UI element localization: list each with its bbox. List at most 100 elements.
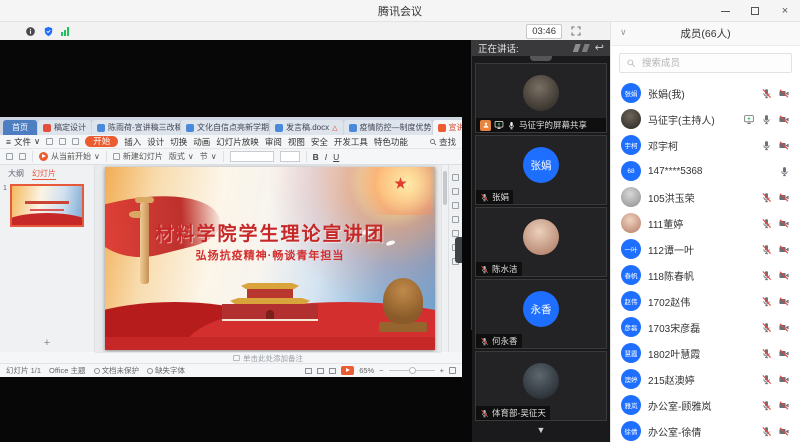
- font-size-box[interactable]: [280, 151, 300, 162]
- camera-off-icon[interactable]: [778, 244, 790, 255]
- menu-slideshow[interactable]: 幻灯片放映: [216, 136, 259, 148]
- camera-off-icon[interactable]: [778, 374, 790, 385]
- member-row[interactable]: 澳婷 215赵澳婷: [611, 366, 800, 392]
- slide-1-thumbnail[interactable]: [10, 184, 84, 227]
- member-row[interactable]: 赵伟 1702赵伟: [611, 288, 800, 314]
- screen-share-icon[interactable]: [743, 114, 755, 125]
- menu-design[interactable]: 设计: [147, 136, 164, 148]
- menu-security[interactable]: 安全: [311, 136, 328, 148]
- zoom-in-button[interactable]: +: [440, 366, 444, 375]
- wps-tab-doc[interactable]: 疫情防控—制度优势 △: [344, 120, 432, 135]
- notes-bar[interactable]: 单击此处添加备注: [95, 352, 441, 363]
- member-row[interactable]: 春帆 118陈春帆: [611, 262, 800, 288]
- normal-view-icon[interactable]: [305, 368, 312, 374]
- microphone-muted-icon[interactable]: [761, 244, 772, 255]
- camera-off-icon[interactable]: [778, 218, 790, 229]
- panel-shapes-icon[interactable]: [452, 202, 459, 209]
- gallery-view-icon[interactable]: [582, 44, 590, 52]
- camera-off-icon[interactable]: [778, 114, 790, 125]
- video-tile[interactable]: 陈水洁: [475, 207, 607, 277]
- member-row[interactable]: 慧霞 1802叶慧霞: [611, 340, 800, 366]
- camera-off-icon[interactable]: [778, 400, 790, 411]
- panel-animation-icon[interactable]: [452, 174, 459, 181]
- menu-insert[interactable]: 插入: [124, 136, 141, 148]
- microphone-muted-icon[interactable]: [761, 218, 772, 229]
- member-row[interactable]: 徐倩 办公室-徐倩: [611, 418, 800, 442]
- zoom-slider-knob[interactable]: [409, 367, 416, 374]
- camera-off-icon[interactable]: [778, 348, 790, 359]
- scroll-down-arrow[interactable]: ▼: [472, 421, 610, 435]
- slide-thumbnail-row[interactable]: 1: [0, 182, 94, 229]
- member-row[interactable]: 马征宇(主持人): [611, 106, 800, 132]
- microphone-icon[interactable]: [761, 114, 772, 125]
- member-search-box[interactable]: [619, 53, 792, 73]
- microphone-muted-icon[interactable]: [761, 88, 772, 99]
- network-signal-icon[interactable]: [61, 27, 69, 36]
- microphone-muted-icon[interactable]: [761, 374, 772, 385]
- file-menu[interactable]: ≡ 文件 ∨: [6, 136, 40, 148]
- menu-features[interactable]: 特色功能: [374, 136, 408, 148]
- microphone-icon[interactable]: [779, 166, 790, 177]
- add-slide-button[interactable]: +: [0, 338, 94, 349]
- member-row[interactable]: 111董婷: [611, 210, 800, 236]
- member-row[interactable]: 雅岚 办公室-顾雅岚: [611, 392, 800, 418]
- search-input[interactable]: [640, 57, 770, 70]
- zoom-level[interactable]: 65%: [359, 366, 374, 375]
- close-button[interactable]: ×: [770, 0, 800, 22]
- back-arrow-icon[interactable]: ↩: [595, 43, 604, 53]
- italic-button[interactable]: I: [325, 152, 327, 162]
- member-row[interactable]: 一叶 112谭一叶: [611, 236, 800, 262]
- canvas-scrollbar[interactable]: [441, 165, 448, 352]
- layout-button[interactable]: 版式 ∨: [169, 151, 194, 162]
- camera-off-icon[interactable]: [778, 296, 790, 307]
- video-tile-sharer[interactable]: 马征宇的屏幕共享: [475, 63, 607, 133]
- meeting-info-icon[interactable]: [25, 26, 36, 37]
- fullscreen-icon[interactable]: [570, 25, 582, 37]
- member-row[interactable]: 张娟 张娟(我): [611, 80, 800, 106]
- microphone-icon[interactable]: [761, 140, 772, 151]
- fit-slide-icon[interactable]: [449, 367, 456, 374]
- menu-view[interactable]: 视图: [288, 136, 305, 148]
- microphone-muted-icon[interactable]: [761, 400, 772, 411]
- menu-start[interactable]: 开始: [85, 136, 118, 147]
- gallery-view-icon[interactable]: [573, 44, 581, 52]
- wps-tab-doc[interactable]: 陈雨荷-宣讲稿三改稿 △: [92, 120, 180, 135]
- panel-chart-icon[interactable]: [452, 216, 459, 223]
- slides-tab[interactable]: 幻灯片: [32, 168, 56, 180]
- security-shield-icon[interactable]: [43, 26, 54, 37]
- panel-transition-icon[interactable]: [452, 188, 459, 195]
- menu-devtools[interactable]: 开发工具: [334, 136, 368, 148]
- play-from-current-button[interactable]: 从当前开始 ∨: [39, 151, 100, 162]
- camera-off-icon[interactable]: [778, 140, 790, 151]
- slide-canvas[interactable]: 材料学院学生理论宣讲团 弘扬抗疫精神·畅谈青年担当: [95, 165, 441, 352]
- member-row[interactable]: 68 147****5368: [611, 158, 800, 184]
- undo-icon[interactable]: [72, 138, 79, 145]
- microphone-muted-icon[interactable]: [761, 348, 772, 359]
- print-icon[interactable]: [59, 138, 66, 145]
- minimize-button[interactable]: [710, 0, 740, 22]
- theme-name[interactable]: Office 主题: [49, 365, 86, 376]
- slideshow-button[interactable]: [341, 366, 354, 375]
- protection-status[interactable]: 文档未保护: [94, 365, 140, 376]
- new-slide-button[interactable]: 新建幻灯片: [113, 151, 163, 162]
- camera-off-icon[interactable]: [778, 270, 790, 281]
- camera-off-icon[interactable]: [778, 426, 790, 437]
- missing-font-status[interactable]: 缺失字体: [147, 365, 185, 376]
- wps-tab-doc[interactable]: 稿定设计: [38, 120, 91, 135]
- bold-button[interactable]: B: [313, 152, 319, 162]
- member-row[interactable]: 105洪玉荣: [611, 184, 800, 210]
- sorter-view-icon[interactable]: [317, 368, 324, 374]
- font-family-box[interactable]: [230, 151, 274, 162]
- save-icon[interactable]: [46, 138, 53, 145]
- panel-image-icon[interactable]: [452, 230, 459, 237]
- wps-tab-doc[interactable]: 发言稿.docx △: [270, 120, 343, 135]
- maximize-button[interactable]: [740, 0, 770, 22]
- camera-off-icon[interactable]: [778, 88, 790, 99]
- underline-button[interactable]: U: [333, 152, 339, 162]
- wps-tab-home[interactable]: 首页: [3, 120, 37, 135]
- video-tile[interactable]: 张娟 张娟: [475, 135, 607, 205]
- video-tile[interactable]: 体育部-吴征天: [475, 351, 607, 421]
- section-button[interactable]: 节 ∨: [200, 151, 217, 162]
- member-row[interactable]: 宇柯 邓宇柯: [611, 132, 800, 158]
- microphone-muted-icon[interactable]: [761, 426, 772, 437]
